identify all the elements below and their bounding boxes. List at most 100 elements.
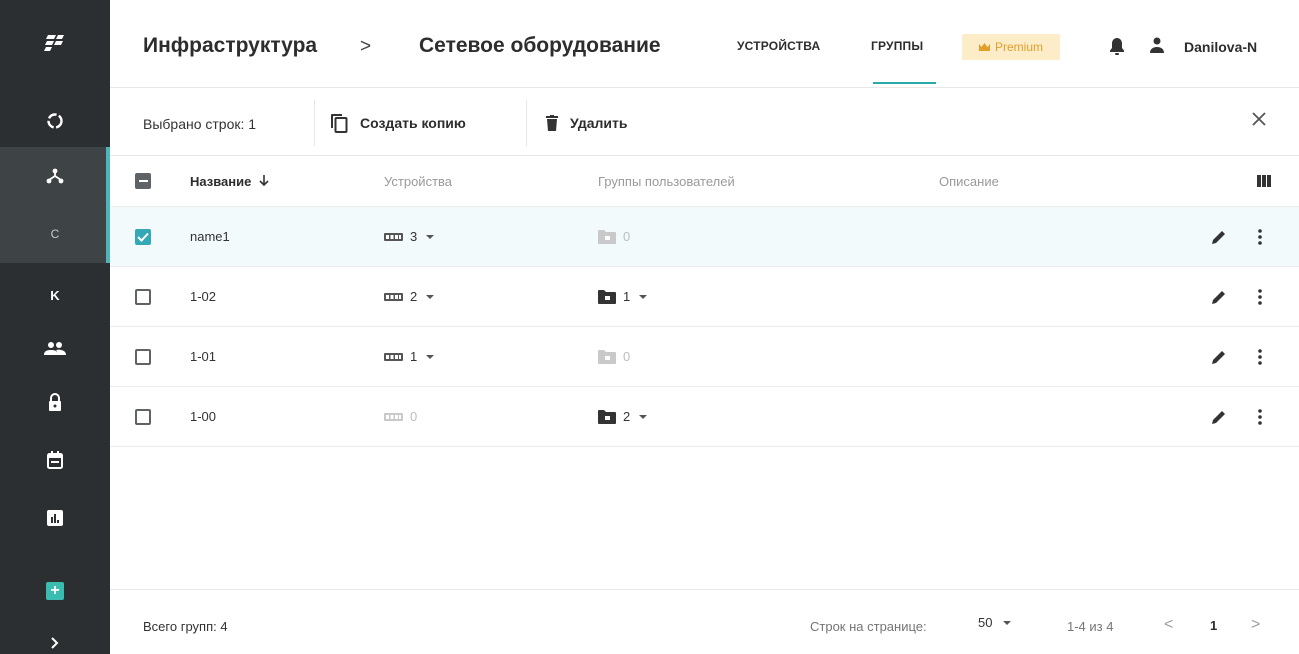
chart-icon[interactable] <box>0 489 110 547</box>
rows-per-page-value: 50 <box>978 615 993 630</box>
copy-icon <box>331 114 348 133</box>
devices-count-value: 2 <box>410 289 418 304</box>
arrow-down-icon <box>259 175 269 187</box>
table-header-row: Название Устройства Группы пользователей… <box>110 156 1299 207</box>
more-vert-icon[interactable] <box>1258 327 1262 386</box>
pencil-icon[interactable] <box>1211 327 1227 386</box>
table-row[interactable]: 1-01 1 0 <box>110 327 1299 387</box>
user-groups-count-value: 2 <box>623 409 631 424</box>
select-all-checkbox[interactable] <box>135 156 151 206</box>
row-checkbox[interactable] <box>135 327 151 386</box>
columns-icon[interactable] <box>1257 156 1271 206</box>
rows-per-page-label: Строк на странице: <box>810 619 927 634</box>
row-checkbox[interactable] <box>135 267 151 326</box>
chevron-down-icon <box>426 354 435 359</box>
table-row[interactable]: name1 3 0 <box>110 207 1299 267</box>
chevron-down-icon <box>639 414 648 419</box>
more-vert-icon[interactable] <box>1258 267 1262 326</box>
selected-count: Выбрано строк: 1 <box>143 116 257 132</box>
device-icon <box>384 352 403 361</box>
row-checkbox[interactable] <box>135 207 151 266</box>
folder-icon <box>598 349 616 364</box>
selection-toolbar: Выбрано строк: 1 Создать копию Удалить <box>110 92 1299 156</box>
folder-icon <box>598 289 616 304</box>
user-groups-count-value: 0 <box>623 229 631 244</box>
breadcrumb-separator: > <box>360 36 372 57</box>
premium-label: Premium <box>994 40 1043 54</box>
user-groups-count-value: 1 <box>623 289 631 304</box>
pencil-icon[interactable] <box>1211 267 1227 326</box>
toolbar-divider <box>526 100 527 146</box>
user-groups-count[interactable]: 1 <box>598 267 648 326</box>
user-icon[interactable] <box>1150 37 1164 58</box>
user-groups-count: 0 <box>598 207 630 266</box>
sidebar-item-c-label: C <box>50 227 60 241</box>
page-range: 1-4 из 4 <box>1067 619 1114 634</box>
device-icon <box>384 232 403 241</box>
column-user-groups-header[interactable]: Группы пользователей <box>598 156 735 206</box>
row-name: name1 <box>190 229 230 244</box>
chevron-down-icon <box>639 294 648 299</box>
page-title: Сетевое оборудование <box>419 34 661 57</box>
user-groups-count-value: 0 <box>623 349 631 364</box>
column-description-header[interactable]: Описание <box>939 156 999 206</box>
premium-badge[interactable]: Premium <box>962 34 1060 60</box>
sidebar-item-c[interactable]: C <box>0 205 110 263</box>
bell-icon[interactable] <box>1110 37 1124 60</box>
row-checkbox[interactable] <box>135 387 151 446</box>
add-button[interactable]: + <box>0 562 110 620</box>
delete-button[interactable]: Удалить <box>546 106 627 140</box>
next-page-button[interactable]: > <box>1251 616 1260 634</box>
devices-count-value: 3 <box>410 229 418 244</box>
rows-per-page-select[interactable]: 50 <box>978 615 1012 630</box>
sidebar-item-k[interactable]: K <box>0 266 110 324</box>
table-footer: Всего групп: 4 Строк на странице: 50 1-4… <box>110 589 1299 654</box>
chevron-down-icon <box>426 234 435 239</box>
device-icon <box>384 412 403 421</box>
table-row[interactable]: 1-00 0 2 <box>110 387 1299 447</box>
column-devices-header[interactable]: Устройства <box>384 156 452 206</box>
device-icon <box>384 292 403 301</box>
circle-dashed-icon[interactable] <box>0 92 110 150</box>
breadcrumb-root[interactable]: Инфраструктура <box>143 34 317 58</box>
devices-count[interactable]: 3 <box>384 207 435 266</box>
copy-button[interactable]: Создать копию <box>330 106 466 140</box>
username[interactable]: Danilova-N <box>1184 39 1257 55</box>
row-name: 1-02 <box>190 289 217 304</box>
crown-icon <box>978 43 990 51</box>
devices-count: 0 <box>384 387 417 446</box>
chevron-down-icon <box>426 294 435 299</box>
top-header: Инфраструктура > Сетевое оборудование УС… <box>110 0 1299 88</box>
users-icon[interactable] <box>0 319 110 377</box>
column-name-label: Название <box>190 173 252 189</box>
chevron-right-icon[interactable] <box>0 614 110 654</box>
sidebar-item-k-label: K <box>50 287 60 303</box>
more-vert-icon[interactable] <box>1258 207 1262 266</box>
folder-icon <box>598 409 616 424</box>
close-icon[interactable] <box>1252 112 1266 131</box>
devices-count[interactable]: 1 <box>384 327 435 386</box>
user-groups-count: 0 <box>598 327 630 386</box>
copy-button-label: Создать копию <box>360 115 466 131</box>
user-groups-count[interactable]: 2 <box>598 387 648 446</box>
page-number[interactable]: 1 <box>1210 618 1217 633</box>
pencil-icon[interactable] <box>1211 387 1227 446</box>
row-name: 1-00 <box>190 409 217 424</box>
tab-groups[interactable]: ГРУППЫ <box>871 39 923 53</box>
logo-icon[interactable] <box>0 14 110 72</box>
trash-icon <box>546 115 558 131</box>
devices-count-value: 1 <box>410 349 418 364</box>
network-icon[interactable] <box>0 147 110 205</box>
active-tab-indicator <box>873 82 936 84</box>
lock-icon[interactable] <box>0 373 110 431</box>
calendar-icon[interactable] <box>0 431 110 489</box>
more-vert-icon[interactable] <box>1258 387 1262 446</box>
pencil-icon[interactable] <box>1211 207 1227 266</box>
folder-icon <box>598 229 616 244</box>
tab-devices[interactable]: УСТРОЙСТВА <box>737 39 820 53</box>
devices-count[interactable]: 2 <box>384 267 435 326</box>
column-name-header[interactable]: Название <box>190 156 269 206</box>
table-row[interactable]: 1-02 2 1 <box>110 267 1299 327</box>
prev-page-button[interactable]: < <box>1164 616 1173 634</box>
total-groups: Всего групп: 4 <box>143 619 228 634</box>
